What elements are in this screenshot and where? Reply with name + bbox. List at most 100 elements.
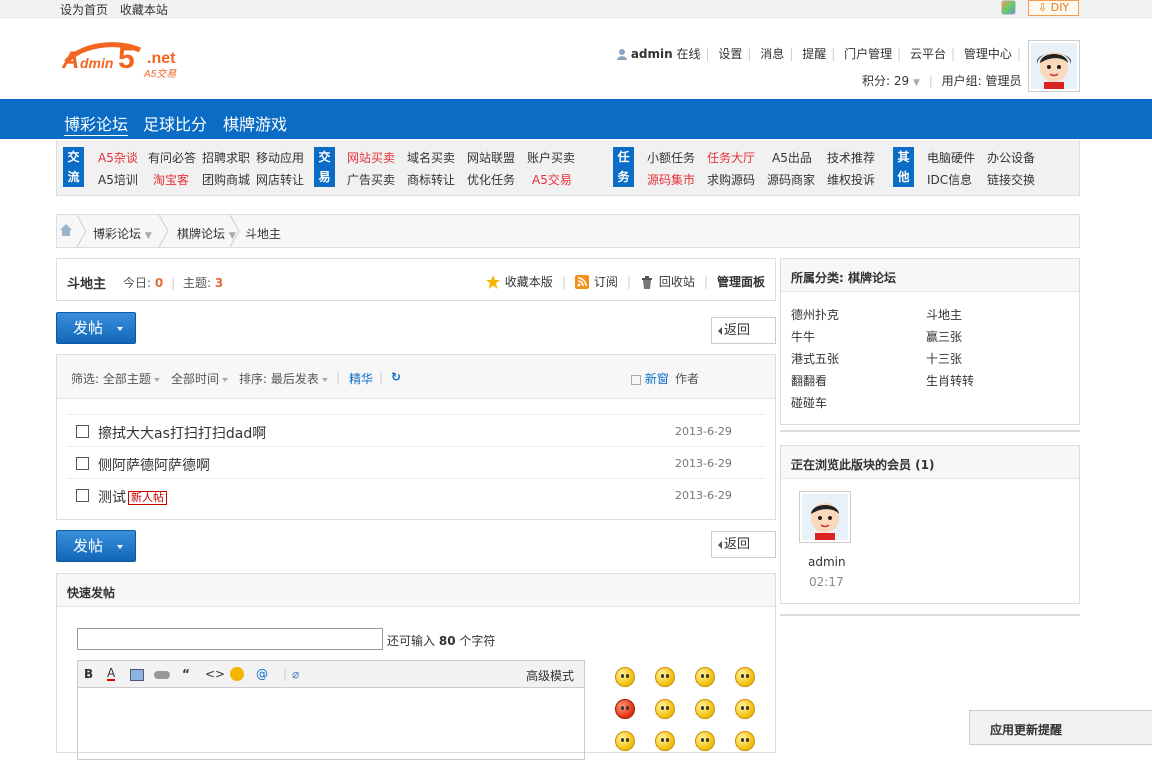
smiley-face-icon[interactable]	[615, 731, 635, 751]
subnav-link[interactable]: 淘宝客	[153, 171, 189, 188]
code-icon[interactable]: <>	[205, 667, 225, 681]
admin-panel-link[interactable]: 管理面板	[717, 273, 765, 290]
smiley-face-icon[interactable]	[695, 667, 715, 687]
thread-checkbox[interactable]	[76, 425, 89, 438]
sidebar-category-link[interactable]: 翻翻看	[791, 372, 827, 389]
portal-admin-link[interactable]: 门户管理	[844, 47, 892, 61]
new-thread-button-bottom[interactable]: 发帖	[56, 530, 136, 562]
bookmark-site-link[interactable]: 收藏本站	[120, 3, 168, 17]
subnav-link[interactable]: 网店转让	[256, 171, 304, 188]
points-dropdown[interactable]: 积分: 29 ▼	[862, 74, 920, 88]
member-name-link[interactable]: admin	[808, 555, 846, 569]
new-window-checkbox[interactable]	[631, 374, 641, 385]
thread-title-link[interactable]: 侧阿萨德阿萨德啊	[98, 455, 210, 475]
subnav-link[interactable]: 源码商家	[767, 171, 815, 188]
subnav-link[interactable]: 招聘求职	[202, 149, 250, 166]
table-row[interactable]: 擦拭大大as打扫打扫dad啊 2013-6-29	[67, 414, 765, 446]
subnav-link[interactable]: 技术推荐	[827, 149, 875, 166]
back-button-bottom[interactable]: 返回	[711, 531, 776, 558]
quote-icon[interactable]: “	[182, 667, 190, 681]
table-row[interactable]: 侧阿萨德阿萨德啊 2013-6-29	[67, 446, 765, 478]
font-color-icon[interactable]: A	[107, 667, 116, 681]
mention-icon[interactable]: @	[256, 667, 268, 681]
filter-digest-link[interactable]: 精华	[349, 370, 373, 387]
subnav-link[interactable]: A5杂谈	[98, 149, 138, 166]
filter-sort[interactable]: 排序: 最后发表	[239, 370, 328, 387]
subnav-link[interactable]: 优化任务	[467, 171, 515, 188]
subnav-link[interactable]: 广告买卖	[347, 171, 395, 188]
subnav-link[interactable]: 网站买卖	[347, 149, 395, 166]
sidebar-category-link[interactable]: 十三张	[926, 350, 962, 367]
recycle-bin-link[interactable]: 回收站	[659, 273, 695, 290]
subnav-link[interactable]: 任务大厅	[707, 149, 755, 166]
smiley-face-icon[interactable]	[735, 699, 755, 719]
notices-link[interactable]: 提醒	[802, 47, 826, 61]
thread-checkbox[interactable]	[76, 457, 89, 470]
subnav-link[interactable]: 小额任务	[647, 149, 695, 166]
app-update-reminder[interactable]: 应用更新提醒	[969, 710, 1152, 745]
subject-input[interactable]	[77, 628, 383, 650]
favorite-forum-link[interactable]: 收藏本版	[505, 273, 553, 290]
user-avatar[interactable]	[1028, 40, 1080, 92]
usergroup-label[interactable]: 用户组: 管理员	[942, 74, 1022, 88]
subnav-link[interactable]: 网站联盟	[467, 149, 515, 166]
admin-center-link[interactable]: 管理中心	[964, 47, 1012, 61]
refresh-icon[interactable]: ↻	[391, 370, 401, 384]
smiley-face-icon[interactable]	[735, 731, 755, 751]
set-homepage-link[interactable]: 设为首页	[60, 3, 108, 17]
smiley-face-icon[interactable]	[735, 667, 755, 687]
breadcrumb-item-card-forum[interactable]: 棋牌论坛 ▼	[177, 225, 236, 242]
thread-title-link[interactable]: 擦拭大大as打扫打扫dad啊	[98, 423, 266, 443]
subnav-link[interactable]: 维权投诉	[827, 171, 875, 188]
link-icon[interactable]	[154, 671, 170, 679]
sidebar-category-link[interactable]: 斗地主	[926, 306, 962, 323]
messages-link[interactable]: 消息	[760, 47, 784, 61]
subnav-link[interactable]: 求购源码	[707, 171, 755, 188]
thread-title-link[interactable]: 测试	[98, 490, 126, 506]
smiley-face-icon[interactable]	[615, 667, 635, 687]
subnav-link[interactable]: A5培训	[98, 171, 138, 188]
sidebar-category-link[interactable]: 德州扑克	[791, 306, 839, 323]
subnav-link[interactable]: A5交易	[532, 171, 572, 188]
smiley-face-icon[interactable]	[655, 699, 675, 719]
new-thread-button[interactable]: 发帖	[56, 312, 136, 344]
subnav-link[interactable]: 办公设备	[987, 149, 1035, 166]
collapse-icon[interactable]	[791, 462, 802, 464]
sidebar-category-link[interactable]: 赢三张	[926, 328, 962, 345]
advanced-mode-link[interactable]: 高级模式	[526, 667, 574, 684]
site-logo[interactable]: A dmin 5 .net A5交易	[61, 36, 187, 82]
filter-all-threads[interactable]: 筛选: 全部主题	[71, 370, 160, 387]
nav-item-football-scores[interactable]: 足球比分	[143, 111, 207, 135]
subnav-link[interactable]: 账户买卖	[527, 149, 575, 166]
subnav-link[interactable]: 电脑硬件	[927, 149, 975, 166]
nav-item-betting-forum[interactable]: 博彩论坛	[64, 111, 129, 136]
quick-post-editor[interactable]: B A “ <> @ | ⌀ 高级模式	[77, 660, 585, 760]
smiley-face-icon[interactable]	[655, 731, 675, 751]
home-icon[interactable]	[59, 223, 73, 237]
smiley-face-icon[interactable]	[695, 731, 715, 751]
nav-item-card-games[interactable]: 棋牌游戏	[223, 111, 287, 135]
online-status[interactable]: 在线	[677, 47, 701, 61]
angry-face-icon[interactable]	[615, 699, 635, 719]
bold-icon[interactable]: B	[84, 667, 93, 681]
subnav-link[interactable]: A5出品	[772, 149, 812, 166]
subnav-link[interactable]: 源码集市	[647, 171, 695, 188]
subscribe-link[interactable]: 订阅	[594, 273, 618, 290]
subnav-link[interactable]: 有问必答	[148, 149, 196, 166]
subnav-link[interactable]: 团购商城	[202, 171, 250, 188]
image-icon[interactable]	[130, 669, 144, 681]
subnav-link[interactable]: 移动应用	[256, 149, 304, 166]
thread-checkbox[interactable]	[76, 489, 89, 502]
sidebar-category-link[interactable]: 港式五张	[791, 350, 839, 367]
smiley-icon[interactable]	[230, 667, 244, 681]
sidebar-category-link[interactable]: 生肖转转	[926, 372, 974, 389]
breadcrumb-item-betting[interactable]: 博彩论坛 ▼	[93, 225, 152, 242]
username-link[interactable]: admin	[631, 47, 673, 61]
subnav-link[interactable]: 商标转让	[407, 171, 455, 188]
smiley-face-icon[interactable]	[655, 667, 675, 687]
back-button[interactable]: 返回	[711, 317, 776, 344]
sidebar-category-link[interactable]: 碰碰车	[791, 394, 827, 411]
subnav-link[interactable]: 链接交换	[987, 171, 1035, 188]
subnav-link[interactable]: IDC信息	[927, 171, 972, 188]
style-switch-icon[interactable]	[1001, 0, 1016, 15]
